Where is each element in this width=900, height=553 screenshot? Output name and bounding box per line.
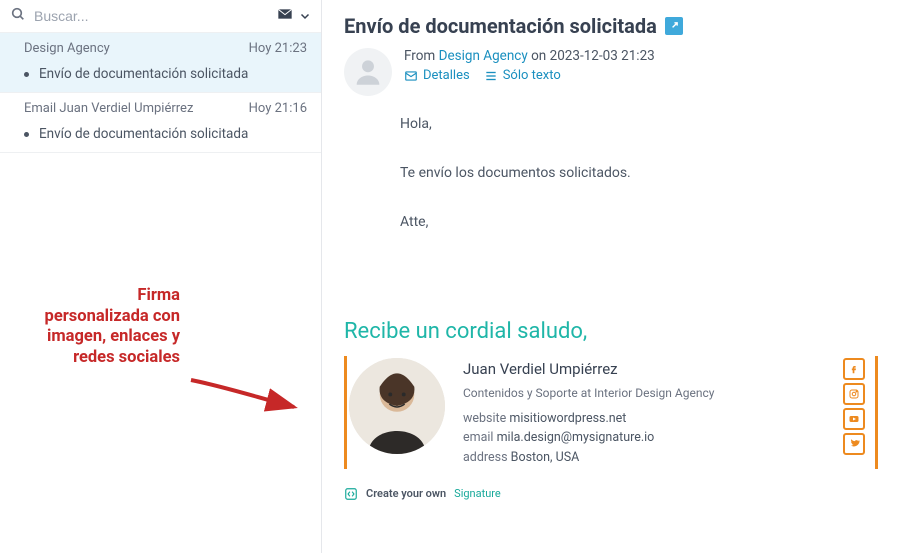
signature-email-key: email bbox=[463, 430, 493, 445]
plaintext-label: Sólo texto bbox=[503, 68, 561, 83]
message-meta: From Design Agency on 2023-12-03 21:23 D… bbox=[344, 48, 878, 96]
on-label: on bbox=[531, 48, 546, 64]
reading-pane: Envío de documentación solicitada From D… bbox=[322, 0, 900, 553]
message-subject-row[interactable]: Envío de documentación solicitada bbox=[0, 120, 321, 152]
instagram-icon[interactable] bbox=[843, 383, 865, 405]
message-title: Envío de documentación solicitada bbox=[344, 14, 657, 38]
message-time: Hoy 21:23 bbox=[249, 41, 307, 56]
facebook-icon[interactable] bbox=[843, 358, 865, 380]
message-sender-row[interactable]: Design Agency Hoy 21:23 bbox=[0, 33, 321, 60]
message-subject-row[interactable]: Envío de documentación solicitada bbox=[0, 60, 321, 92]
signature-socials bbox=[843, 358, 865, 467]
message-group[interactable]: Email Juan Verdiel Umpiérrez Hoy 21:16 E… bbox=[0, 93, 321, 153]
annotation-label: Firma personalizada con imagen, enlaces … bbox=[42, 286, 180, 369]
signature-website-key: website bbox=[463, 411, 506, 426]
message-list-sidebar: Design Agency Hoy 21:23 Envío de documen… bbox=[0, 0, 322, 553]
title-row: Envío de documentación solicitada bbox=[344, 14, 878, 38]
message-subject: Envío de documentación solicitada bbox=[39, 66, 248, 82]
chevron-down-icon[interactable] bbox=[299, 7, 311, 26]
search-input[interactable] bbox=[34, 8, 269, 24]
message-sender: Design Agency bbox=[24, 41, 110, 56]
details-label: Detalles bbox=[423, 68, 470, 83]
signature-photo bbox=[349, 358, 445, 454]
unread-dot-icon bbox=[24, 72, 29, 77]
signature-address: Boston, USA bbox=[511, 450, 580, 465]
signature-greeting: Recibe un cordial saludo, bbox=[344, 319, 878, 344]
envelope-icon[interactable] bbox=[277, 6, 293, 26]
signature-info: Juan Verdiel Umpiérrez Contenidos y Sopo… bbox=[463, 358, 825, 467]
message-group[interactable]: Design Agency Hoy 21:23 Envío de documen… bbox=[0, 33, 321, 93]
signature-role: Contenidos y Soporte at Interior Design … bbox=[463, 384, 825, 403]
avatar bbox=[344, 48, 392, 96]
from-sender-link[interactable]: Design Agency bbox=[439, 48, 528, 64]
signature-address-key: address bbox=[463, 450, 508, 465]
from-line: From Design Agency on 2023-12-03 21:23 bbox=[404, 48, 655, 64]
message-datetime: 2023-12-03 21:23 bbox=[550, 48, 655, 64]
signature-footer-text: Create your own bbox=[366, 487, 446, 500]
youtube-icon[interactable] bbox=[843, 408, 865, 430]
body-line: Atte, bbox=[400, 212, 878, 233]
search-icon bbox=[10, 6, 26, 26]
signature-footer: Create your own Signature bbox=[344, 487, 878, 501]
message-subject: Envío de documentación solicitada bbox=[39, 126, 248, 142]
plaintext-link[interactable]: Sólo texto bbox=[484, 68, 561, 83]
details-link[interactable]: Detalles bbox=[404, 68, 470, 83]
signature-block: Recibe un cordial saludo, Juan Verdiel U… bbox=[344, 319, 878, 501]
message-sender: Email Juan Verdiel Umpiérrez bbox=[24, 101, 193, 116]
signature-website[interactable]: misitiowordpress.net bbox=[509, 411, 626, 426]
signature-logo-icon bbox=[344, 487, 358, 501]
annotation-arrow-icon bbox=[186, 372, 306, 432]
body-line: Hola, bbox=[400, 114, 878, 135]
open-external-icon[interactable] bbox=[665, 17, 683, 35]
search-row bbox=[0, 0, 321, 33]
signature-name: Juan Verdiel Umpiérrez bbox=[463, 358, 825, 381]
message-time: Hoy 21:16 bbox=[249, 101, 307, 116]
twitter-icon[interactable] bbox=[843, 433, 865, 455]
message-sender-row[interactable]: Email Juan Verdiel Umpiérrez Hoy 21:16 bbox=[0, 93, 321, 120]
message-body: Hola, Te envío los documentos solicitado… bbox=[400, 114, 878, 261]
unread-dot-icon bbox=[24, 132, 29, 137]
signature-footer-link[interactable]: Signature bbox=[454, 487, 501, 500]
from-label: From bbox=[404, 48, 435, 64]
body-line: Te envío los documentos solicitados. bbox=[400, 163, 878, 184]
signature-email[interactable]: mila.design@mysignature.io bbox=[497, 430, 655, 445]
